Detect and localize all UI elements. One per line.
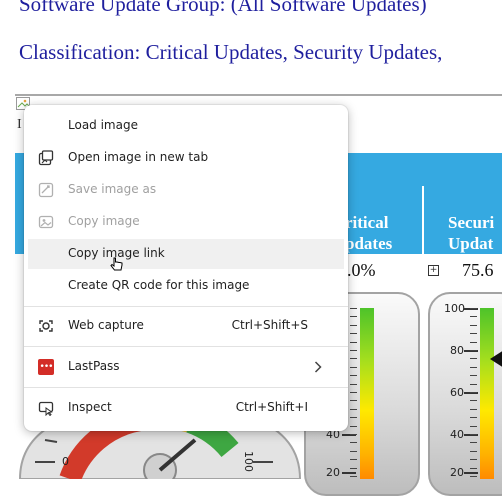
gauge-minor-tick: [470, 308, 477, 309]
gauge-minor-tick: [350, 325, 357, 326]
gauge-minor-tick: [470, 392, 477, 393]
save-image-icon: [38, 182, 54, 198]
security-updates-header: Securi Updat: [448, 213, 495, 253]
gauge-minor-tick: [350, 342, 357, 343]
gauge-minor-tick: [470, 442, 477, 443]
critical-scale-20: 20: [326, 466, 340, 479]
menu-item-shortcut: Ctrl+Shift+I: [235, 400, 308, 414]
gauge-minor-tick: [350, 476, 357, 477]
web-capture-icon: [39, 320, 53, 332]
gauge-minor-tick: [470, 409, 477, 410]
menu-item-shortcut: Ctrl+Shift+S: [231, 318, 308, 332]
gauge-minor-tick: [470, 316, 477, 317]
critical-major-tick: [342, 472, 356, 474]
header-divider: [422, 186, 424, 254]
gauge-minor-tick: [350, 384, 357, 385]
gauge-minor-tick: [470, 426, 477, 427]
menu-item-copy-image-link[interactable]: Copy image link: [28, 239, 344, 271]
gauge-minor-tick: [350, 434, 357, 435]
menu-item-save-image-as[interactable]: Save image as: [28, 175, 344, 205]
menu-item-lastpass[interactable]: ••• LastPass: [28, 352, 344, 382]
gauge-minor-tick: [350, 442, 357, 443]
critical-updates-header: ritical pdates: [345, 213, 393, 253]
gauge-minor-tick: [470, 451, 477, 452]
menu-item-create-qr-code[interactable]: Create QR code for this image: [28, 271, 344, 301]
security-updates-value: 75.6: [462, 260, 494, 280]
menu-item-copy-image[interactable]: Copy image: [28, 207, 344, 237]
gauge-minor-tick: [470, 325, 477, 326]
gauge-minor-tick: [350, 400, 357, 401]
gauge-minor-tick: [470, 350, 477, 351]
gauge-minor-tick: [350, 417, 357, 418]
gauge-minor-tick: [350, 333, 357, 334]
gauge-minor-tick: [470, 358, 477, 359]
gauge-minor-tick: [350, 358, 357, 359]
table-top-border: [15, 94, 502, 96]
gauge-minor-tick: [350, 316, 357, 317]
gauge-minor-tick: [470, 384, 477, 385]
gauge-minor-tick: [350, 350, 357, 351]
menu-item-inspect[interactable]: Inspect Ctrl+Shift+I: [28, 393, 344, 423]
gauge-minor-tick: [470, 434, 477, 435]
gauge-minor-tick: [470, 333, 477, 334]
gauge-minor-tick: [470, 417, 477, 418]
menu-item-label: Copy image: [68, 214, 140, 228]
menu-item-open-image-new-tab[interactable]: Open image in new tab: [28, 143, 344, 173]
submenu-chevron-right-icon: [314, 361, 322, 373]
dial-label-100: 100: [242, 451, 255, 472]
security-scale-20: 20: [450, 466, 464, 479]
security-scale-80: 80: [450, 344, 464, 357]
gauge-minor-tick: [470, 468, 477, 469]
gauge-minor-tick: [350, 308, 357, 309]
classification-heading: Classification: Critical Updates, Securi…: [19, 40, 443, 64]
lastpass-icon: •••: [38, 359, 54, 375]
menu-item-label: Load image: [68, 118, 138, 132]
gauge-minor-tick: [470, 459, 477, 460]
expand-toggle[interactable]: +: [428, 265, 439, 276]
inspect-icon: [38, 401, 54, 416]
menu-item-label: Create QR code for this image: [68, 278, 250, 292]
menu-separator: [24, 387, 348, 388]
gauge-minor-tick: [350, 426, 357, 427]
gauge-minor-tick: [350, 451, 357, 452]
gauge-minor-tick: [350, 459, 357, 460]
gauge-minor-tick: [350, 392, 357, 393]
gauge-minor-tick: [470, 476, 477, 477]
security-gauge-pointer: [490, 350, 502, 368]
software-update-group-heading: Software Update Group: (All Software Upd…: [19, 0, 427, 16]
menu-item-label: LastPass: [68, 359, 120, 373]
menu-item-label: Save image as: [68, 182, 157, 196]
gauge-minor-tick: [470, 367, 477, 368]
dial-label-0: 0: [62, 455, 69, 468]
menu-separator: [24, 346, 348, 347]
open-new-tab-icon: [38, 150, 54, 166]
security-scale-40: 40: [450, 428, 464, 441]
menu-item-load-image[interactable]: Load image: [28, 111, 344, 141]
gauge-minor-tick: [470, 375, 477, 376]
gauge-minor-tick: [470, 342, 477, 343]
security-scale-60: 60: [450, 386, 464, 399]
security-gauge-bar: [480, 308, 494, 479]
menu-item-label: Open image in new tab: [68, 150, 209, 164]
gauge-minor-tick: [350, 375, 357, 376]
menu-item-web-capture[interactable]: Web capture Ctrl+Shift+S: [28, 311, 344, 341]
gauge-minor-tick: [350, 468, 357, 469]
menu-item-label: Inspect: [68, 400, 112, 414]
menu-item-label: Web capture: [68, 318, 144, 332]
menu-separator: [24, 306, 348, 307]
partial-label: I: [17, 117, 22, 132]
image-context-menu: Load image Open image in new tab Save im…: [24, 105, 348, 431]
critical-gauge-bar: [360, 308, 374, 479]
security-scale-100: 100: [444, 302, 465, 315]
security-major-tick: [464, 472, 478, 474]
gauge-minor-tick: [470, 400, 477, 401]
gauge-minor-tick: [350, 409, 357, 410]
copy-image-icon: [38, 215, 54, 229]
gauge-minor-tick: [350, 367, 357, 368]
